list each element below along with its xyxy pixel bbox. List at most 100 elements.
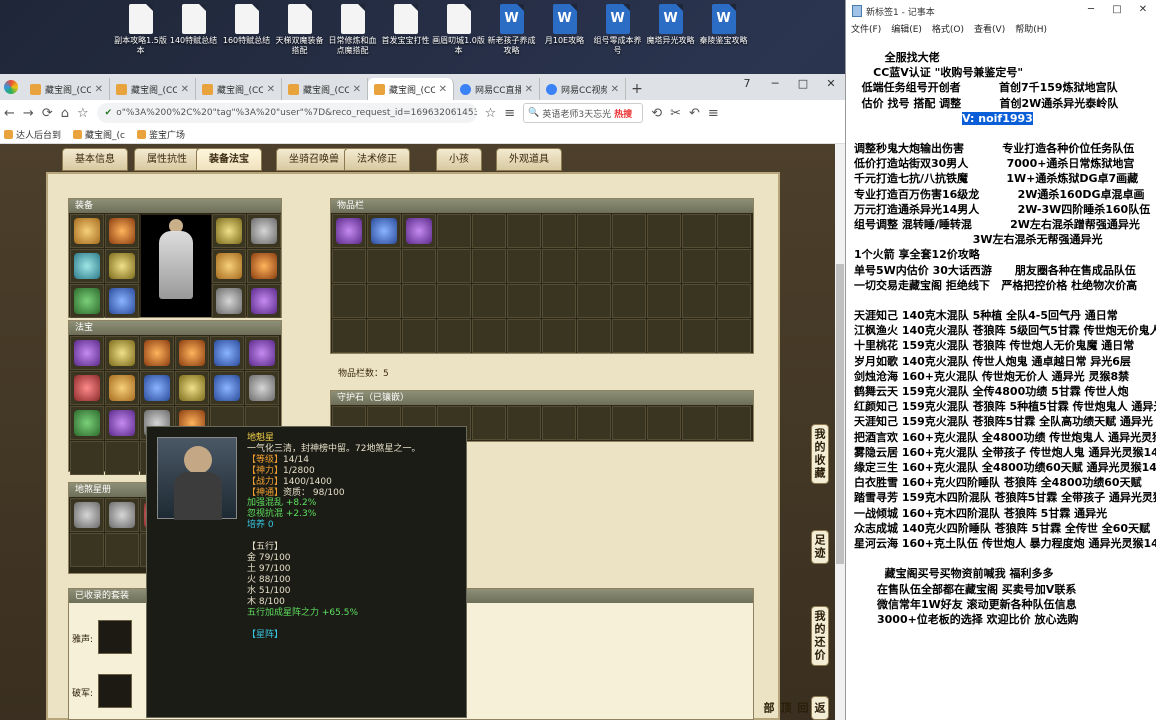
- slot[interactable]: [332, 249, 366, 283]
- side-button[interactable]: 返回顶部: [762, 696, 829, 720]
- slot[interactable]: [105, 371, 139, 405]
- forward-icon[interactable]: →: [23, 106, 34, 121]
- bookmark-item[interactable]: 藏宝阁_(c: [73, 128, 125, 141]
- slot[interactable]: [542, 284, 576, 318]
- slot[interactable]: [612, 406, 646, 440]
- slot[interactable]: [437, 284, 471, 318]
- slot[interactable]: [70, 406, 104, 440]
- slot[interactable]: [682, 406, 716, 440]
- slot[interactable]: [717, 406, 751, 440]
- page-scrollbar[interactable]: [835, 144, 845, 720]
- slot[interactable]: [175, 336, 209, 370]
- home-icon[interactable]: ⌂: [61, 106, 69, 121]
- slot[interactable]: [70, 533, 104, 567]
- game-tab[interactable]: 法术修正: [344, 148, 410, 171]
- collected-box-2[interactable]: [98, 674, 132, 708]
- desktop-icon[interactable]: W 组号零成本养号: [591, 4, 644, 56]
- notepad-maximize-button[interactable]: □: [1104, 0, 1130, 20]
- new-tab-button[interactable]: +: [626, 78, 648, 100]
- tab-close-icon[interactable]: ✕: [525, 84, 533, 95]
- game-tab[interactable]: 装备法宝: [196, 148, 262, 171]
- desktop-icon[interactable]: W 秦陵鉴宝攻略: [697, 4, 750, 56]
- slot[interactable]: [472, 319, 506, 353]
- slot[interactable]: [437, 214, 471, 248]
- desktop-icon[interactable]: 首发宝宝打性: [379, 4, 432, 56]
- slot[interactable]: [245, 336, 279, 370]
- url-input[interactable]: ✔ o"%3A%200%2C%20"tag"%3A%20"user"%7D&rec…: [96, 103, 477, 123]
- bookmark-item[interactable]: 达人后台到: [4, 128, 61, 141]
- slot[interactable]: [210, 371, 244, 405]
- browser-tab[interactable]: 藏宝阁_(CC ✕: [110, 78, 196, 100]
- slot[interactable]: [367, 249, 401, 283]
- tab-close-icon[interactable]: ✕: [181, 84, 189, 95]
- slot[interactable]: [367, 214, 401, 248]
- browser-tab[interactable]: 藏宝阁_(CC ✕: [196, 78, 282, 100]
- slot[interactable]: [332, 319, 366, 353]
- refresh-icon[interactable]: ⟲: [651, 106, 662, 121]
- slot[interactable]: [70, 371, 104, 405]
- slot[interactable]: [542, 249, 576, 283]
- slot[interactable]: [472, 214, 506, 248]
- slot[interactable]: [245, 371, 279, 405]
- slot[interactable]: [105, 214, 139, 248]
- slot[interactable]: [472, 249, 506, 283]
- slot[interactable]: [140, 371, 174, 405]
- slot[interactable]: [507, 214, 541, 248]
- slot[interactable]: [105, 533, 139, 567]
- notepad-menu-item[interactable]: 查看(V): [974, 22, 1005, 38]
- desktop-icon[interactable]: 画眉叨城1.0版本: [432, 4, 485, 56]
- slot[interactable]: [70, 336, 104, 370]
- tab-close-icon[interactable]: ✕: [353, 84, 361, 95]
- slot[interactable]: [577, 406, 611, 440]
- browser-tab[interactable]: 藏宝阁_(CC ✕: [24, 78, 110, 100]
- slot[interactable]: [332, 214, 366, 248]
- slot[interactable]: [212, 249, 246, 283]
- slot[interactable]: [105, 336, 139, 370]
- slot[interactable]: [212, 214, 246, 248]
- browser-logo-icon[interactable]: [4, 80, 18, 94]
- slot[interactable]: [542, 319, 576, 353]
- desktop-icon[interactable]: 副本攻略1.5版本: [114, 4, 167, 56]
- undo-icon[interactable]: ↶: [689, 106, 700, 121]
- slot[interactable]: [647, 249, 681, 283]
- slot[interactable]: [437, 249, 471, 283]
- slot[interactable]: [247, 214, 281, 248]
- desktop-icon[interactable]: W 月10E攻略: [538, 4, 591, 56]
- slot[interactable]: [105, 249, 139, 283]
- menu-icon[interactable]: ≡: [504, 106, 515, 121]
- slot[interactable]: [612, 249, 646, 283]
- slot[interactable]: [577, 284, 611, 318]
- notepad-menu-item[interactable]: 帮助(H): [1015, 22, 1047, 38]
- desktop-icon[interactable]: 160特赋总结: [220, 4, 273, 56]
- slot[interactable]: [542, 406, 576, 440]
- slot[interactable]: [507, 319, 541, 353]
- desktop-icon[interactable]: 天梯双魔装备搭配: [273, 4, 326, 56]
- slot[interactable]: [647, 406, 681, 440]
- browser-tab[interactable]: 网易CC视频 ✕: [540, 78, 626, 100]
- slot[interactable]: [472, 406, 506, 440]
- slot[interactable]: [647, 214, 681, 248]
- slot[interactable]: [105, 441, 139, 475]
- slot[interactable]: [647, 284, 681, 318]
- slot[interactable]: [507, 249, 541, 283]
- scissors-icon[interactable]: ✂: [670, 106, 681, 121]
- reload-icon[interactable]: ⟳: [42, 106, 53, 121]
- slot[interactable]: [402, 319, 436, 353]
- close-button[interactable]: ✕: [817, 74, 845, 94]
- collected-box-1[interactable]: [98, 620, 132, 654]
- minimize-button[interactable]: ─: [761, 74, 789, 94]
- browser-tab[interactable]: 藏宝阁_(CC ✕: [282, 78, 368, 100]
- notepad-menu-item[interactable]: 文件(F): [851, 22, 881, 38]
- back-icon[interactable]: ←: [4, 106, 15, 121]
- slot[interactable]: [437, 319, 471, 353]
- slot[interactable]: [507, 284, 541, 318]
- star-icon[interactable]: ☆: [77, 106, 89, 121]
- slot[interactable]: [717, 319, 751, 353]
- game-tab[interactable]: 属性抗性: [134, 148, 200, 171]
- notepad-close-button[interactable]: ✕: [1130, 0, 1156, 20]
- slot[interactable]: [70, 441, 104, 475]
- bookmark-icon[interactable]: ☆: [485, 106, 497, 121]
- slot[interactable]: [140, 336, 174, 370]
- game-tab[interactable]: 外观道具: [496, 148, 562, 171]
- slot[interactable]: [542, 214, 576, 248]
